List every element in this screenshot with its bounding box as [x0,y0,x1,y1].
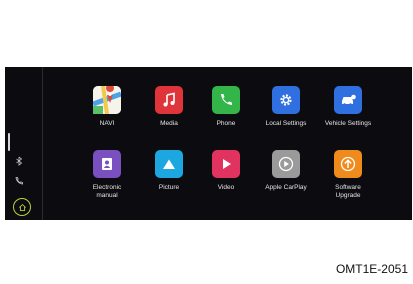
app-apple-carplay[interactable]: Apple CarPlay [251,150,321,192]
figure-code: OMT1E-2051 [335,262,408,276]
mountain-picture-icon [155,150,183,178]
map-icon [93,86,121,114]
phone-icon[interactable] [11,173,27,189]
home-icon [18,203,26,211]
app-label: Vehicle Settings [324,120,372,127]
sidebar-divider [42,67,43,220]
app-label: Apple CarPlay [265,184,307,191]
bluetooth-icon[interactable] [11,153,27,169]
app-software-upgrade[interactable]: Software Upgrade [313,150,383,200]
phone-icon [212,86,240,114]
carplay-icon [272,150,300,178]
app-navi[interactable]: NAVI [72,86,142,128]
upgrade-icon [334,150,362,178]
home-button[interactable] [13,198,31,216]
app-label: Electronic manual [92,184,122,199]
app-vehicle-settings[interactable]: Vehicle Settings [313,86,383,128]
side-handle[interactable] [8,133,10,151]
app-label: Local Settings [265,120,307,127]
app-label: Software Upgrade [335,184,361,199]
app-label: Phone [216,120,236,127]
gear-icon [272,86,300,114]
app-label: Media [160,120,178,127]
app-label: Video [217,184,235,191]
app-label: NAVI [99,120,115,127]
contact-book-icon [93,150,121,178]
play-icon [212,150,240,178]
app-label: Picture [158,184,180,191]
app-electronic-manual[interactable]: Electronic manual [72,150,142,200]
infotainment-screen: NAVI Media Phone Local Settings Vehicle … [5,67,412,220]
car-icon [334,86,362,114]
music-note-icon [155,86,183,114]
app-local-settings[interactable]: Local Settings [251,86,321,128]
